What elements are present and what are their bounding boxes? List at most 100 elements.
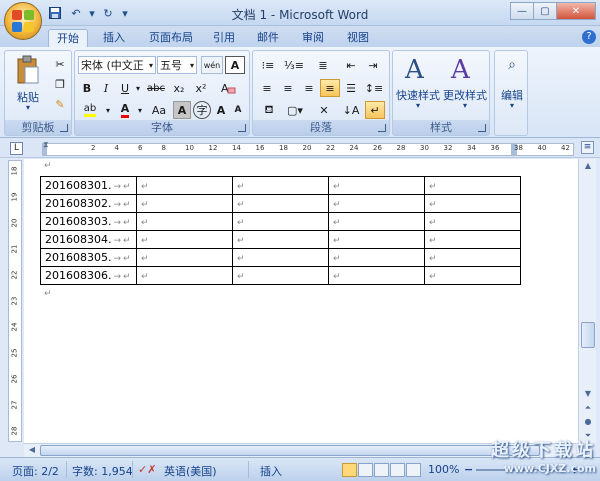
borders-icon[interactable]: ▢▾ — [283, 101, 307, 119]
table-cell[interactable]: ↵ — [424, 248, 521, 267]
table-cell[interactable]: ↵ — [232, 266, 329, 285]
font-name-combo[interactable]: 宋体 (中文正 ▾ — [78, 56, 156, 74]
table-cell[interactable]: 201608303. → ↵ — [40, 212, 137, 231]
strikethrough-button[interactable]: abc — [145, 79, 167, 97]
justify-icon[interactable]: ≡ — [320, 79, 340, 97]
document-table[interactable]: 201608301. → ↵ ↵ ↵ ↵ ↵ 201608302. → ↵ ↵ ↵ ↵ ↵ 20160830… — [40, 176, 521, 285]
align-center-icon[interactable]: ≡ — [278, 79, 298, 97]
change-styles-dropdown-icon[interactable]: ▾ — [458, 101, 472, 110]
document-page[interactable]: ↵ 201608301. → ↵ ↵ ↵ ↵ ↵ 201608302. → ↵ ↵ ↵ ↵ ↵ 201608… — [24, 159, 578, 443]
vertical-scroll-thumb[interactable] — [581, 322, 595, 348]
table-cell[interactable]: ↵ — [328, 176, 425, 195]
paste-icon[interactable] — [17, 55, 39, 85]
change-case-button[interactable]: Aa — [147, 101, 171, 119]
scroll-left-icon[interactable]: ◀ — [24, 443, 40, 457]
find-binoculars-icon[interactable]: ⌕ — [502, 57, 522, 75]
table-cell[interactable]: ↵ — [136, 176, 233, 195]
page-indicator[interactable]: 页面: 2/2 — [12, 463, 59, 479]
table-cell[interactable]: ↵ — [232, 176, 329, 195]
outline-view-icon[interactable] — [390, 463, 405, 477]
table-cell[interactable]: ↵ — [424, 194, 521, 213]
font-color-dropdown-icon[interactable]: ▾ — [135, 101, 145, 119]
table-cell[interactable]: ↵ — [136, 212, 233, 231]
tab-review[interactable]: 审阅 — [295, 29, 331, 47]
increase-indent-icon[interactable]: ⇥ — [363, 56, 383, 74]
character-border-button[interactable]: A — [225, 56, 245, 74]
table-cell[interactable]: 201608306. → ↵ — [40, 266, 137, 285]
multilevel-list-icon[interactable]: ≣ — [311, 56, 335, 74]
show-marks-icon[interactable]: ↵ — [365, 101, 385, 119]
full-screen-view-icon[interactable] — [358, 463, 373, 477]
table-cell[interactable]: ↵ — [328, 194, 425, 213]
table-cell[interactable]: 201608302. → ↵ — [40, 194, 137, 213]
underline-button[interactable]: U — [116, 79, 134, 97]
table-cell[interactable]: ↵ — [328, 212, 425, 231]
horizontal-ruler[interactable]: ⧗ 2 4 6 8 10 12 14 16 18 20 22 24 26 28 30 32 34 36 38 40 42… — [42, 140, 593, 156]
web-layout-view-icon[interactable] — [374, 463, 389, 477]
paste-dropdown-icon[interactable]: ▾ — [21, 103, 35, 112]
font-color-button[interactable]: A — [115, 101, 135, 119]
table-cell[interactable]: ↵ — [328, 230, 425, 249]
sort-icon[interactable]: ↓A — [341, 101, 361, 119]
scroll-up-icon[interactable]: ▲ — [580, 159, 596, 173]
vertical-scrollbar[interactable]: ▲ ▼ ⏶ ● ⏷ — [578, 159, 596, 443]
table-cell[interactable]: ↵ — [424, 230, 521, 249]
tab-insert[interactable]: 插入 — [96, 29, 132, 47]
table-cell[interactable]: ↵ — [136, 194, 233, 213]
change-styles-icon[interactable]: A — [451, 55, 479, 85]
table-cell[interactable]: ↵ — [136, 266, 233, 285]
quick-styles-icon[interactable]: A — [405, 55, 433, 85]
table-cell[interactable]: ↵ — [328, 266, 425, 285]
cut-icon[interactable]: ✂ — [51, 55, 69, 73]
table-cell[interactable]: 201608305. → ↵ — [40, 248, 137, 267]
close-button[interactable]: ✕ — [556, 2, 596, 20]
indent-marker-icon[interactable]: ⧗ — [43, 140, 49, 150]
table-cell[interactable]: ↵ — [424, 212, 521, 231]
font-size-dropdown-icon[interactable]: ▾ — [190, 61, 194, 70]
italic-button[interactable]: I — [97, 79, 115, 97]
chinese-layout-icon[interactable]: ✕ — [313, 101, 335, 119]
tab-references[interactable]: 引用 — [206, 29, 242, 47]
table-cell[interactable]: ↵ — [328, 248, 425, 267]
subscript-button[interactable]: x₂ — [169, 79, 189, 97]
table-cell[interactable]: ↵ — [232, 230, 329, 249]
font-launcher-icon[interactable] — [238, 124, 246, 132]
table-cell[interactable]: ↵ — [136, 248, 233, 267]
bold-button[interactable]: B — [78, 79, 96, 97]
office-button[interactable] — [4, 2, 42, 40]
grow-font-button[interactable]: A — [213, 101, 229, 119]
language-indicator[interactable]: 英语(美国) — [164, 463, 217, 479]
tab-view[interactable]: 视图 — [340, 29, 376, 47]
tab-page-layout[interactable]: 页面布局 — [142, 29, 200, 47]
minimize-button[interactable]: — — [510, 2, 534, 20]
phonetic-guide-button[interactable]: wén — [201, 56, 223, 74]
bullets-icon[interactable]: ⁝≡ — [257, 56, 279, 74]
line-spacing-icon[interactable]: ↕≡ — [363, 79, 385, 97]
tab-home[interactable]: 开始 — [48, 29, 88, 47]
font-size-combo[interactable]: 五号 ▾ — [157, 56, 197, 74]
vertical-ruler[interactable]: 18 19 20 21 22 23 24 25 26 27 28 — [8, 160, 22, 442]
zoom-level[interactable]: 100% — [428, 463, 459, 476]
tab-mailings[interactable]: 邮件 — [250, 29, 286, 47]
browse-object-icon[interactable]: ● — [580, 415, 596, 429]
table-cell[interactable]: ↵ — [232, 248, 329, 267]
underline-dropdown-icon[interactable]: ▾ — [133, 79, 143, 97]
font-name-dropdown-icon[interactable]: ▾ — [149, 61, 153, 70]
zoom-out-button[interactable]: − — [464, 463, 473, 476]
editing-dropdown-icon[interactable]: ▾ — [505, 101, 519, 110]
paragraph-launcher-icon[interactable] — [378, 124, 386, 132]
word-count[interactable]: 字数: 1,954 — [72, 463, 133, 479]
align-left-icon[interactable]: ≡ — [257, 79, 277, 97]
clear-formatting-icon[interactable]: A — [215, 79, 241, 97]
insert-mode-indicator[interactable]: 插入 — [260, 463, 282, 479]
scroll-down-icon[interactable]: ▼ — [580, 387, 596, 401]
proofing-icon[interactable]: ✓✗ — [138, 463, 156, 476]
quick-styles-dropdown-icon[interactable]: ▾ — [411, 101, 425, 110]
help-icon[interactable]: ? — [582, 30, 596, 44]
format-painter-icon[interactable]: ✎ — [51, 95, 69, 113]
maximize-button[interactable]: ▢ — [533, 2, 557, 20]
previous-page-icon[interactable]: ⏶ — [580, 401, 596, 415]
shrink-font-button[interactable]: A — [230, 101, 246, 119]
view-ruler-button[interactable]: ≡ — [581, 141, 594, 154]
table-cell[interactable]: ↵ — [424, 266, 521, 285]
